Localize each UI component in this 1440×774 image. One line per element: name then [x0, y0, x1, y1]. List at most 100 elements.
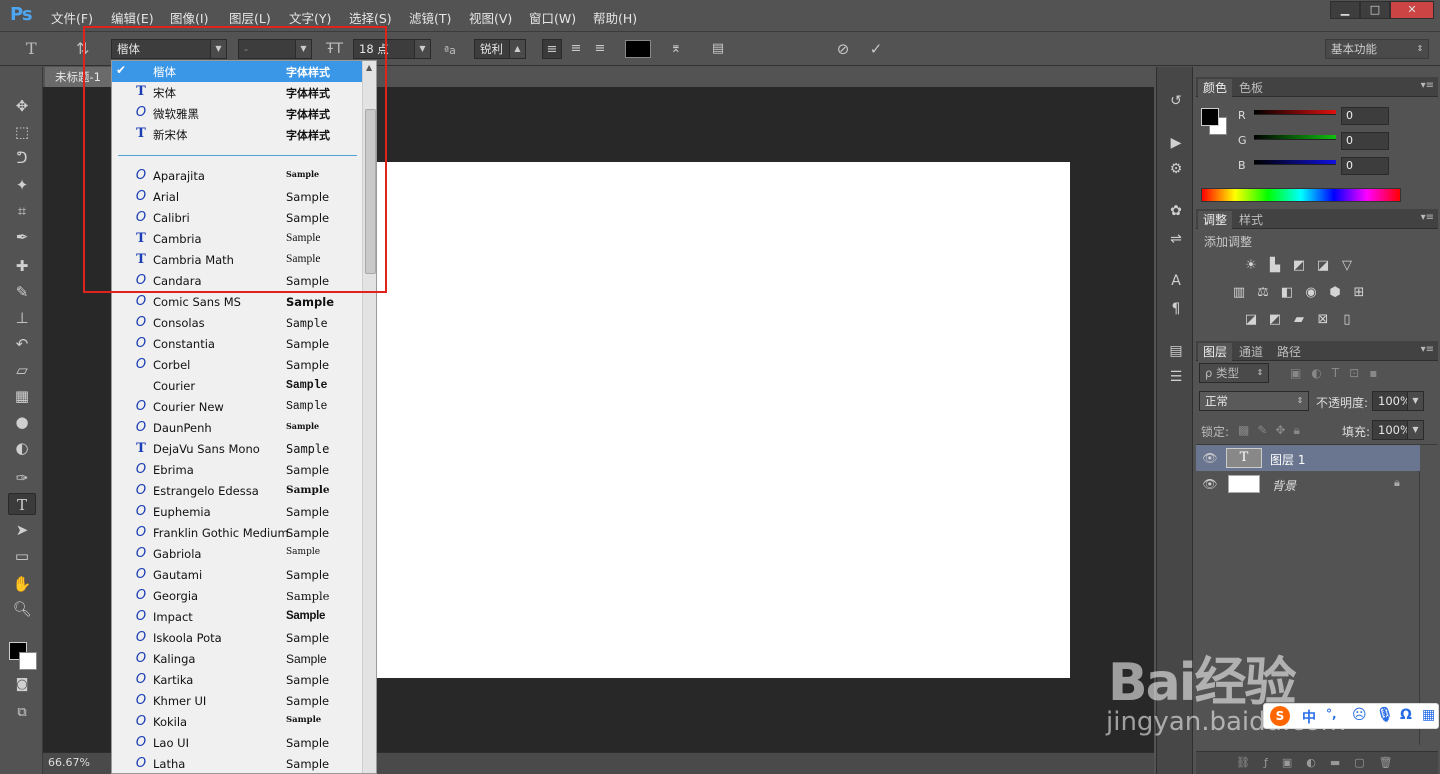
font-option[interactable]: T Cambria Math Sample [112, 250, 362, 271]
font-option[interactable]: O Khmer UI Sample [112, 691, 362, 712]
font-option[interactable]: T 宋体 字体样式 [112, 82, 362, 103]
layer-name[interactable]: 背景 [1272, 477, 1296, 494]
shape-tool-icon[interactable]: ▭ [8, 545, 36, 567]
hue-saturation-icon[interactable]: ▥ [1230, 284, 1248, 302]
font-option[interactable]: O Constantia Sample [112, 334, 362, 355]
blue-value[interactable]: 0 [1341, 157, 1389, 175]
info-icon[interactable]: ☰ [1166, 367, 1186, 387]
dropdown-scrollbar[interactable]: ▲ [362, 61, 376, 773]
brush-presets-icon[interactable]: ✿ [1166, 201, 1186, 221]
blend-mode-select[interactable]: 正常 ⇕ [1199, 391, 1309, 411]
green-value[interactable]: 0 [1341, 132, 1389, 150]
font-option[interactable]: O Calibri Sample [112, 208, 362, 229]
ime-punct-icon[interactable]: °, [1326, 707, 1337, 721]
black-white-icon[interactable]: ◧ [1278, 284, 1296, 302]
font-option[interactable]: O Candara Sample [112, 271, 362, 292]
actions-play-icon[interactable]: ▶ [1166, 133, 1186, 153]
menu-image[interactable]: 图像(I) [170, 8, 208, 27]
align-right-icon[interactable]: ≡ [590, 39, 610, 59]
notes-icon[interactable]: ▤ [1166, 341, 1186, 361]
brightness-icon[interactable]: ☀ [1242, 257, 1260, 275]
font-option[interactable]: O Estrangelo Edessa Sample [112, 481, 362, 502]
text-orientation-icon[interactable]: ⇅ [76, 40, 89, 58]
paragraph-icon[interactable]: ¶ [1166, 299, 1186, 319]
history-brush-icon[interactable]: ↶ [8, 333, 36, 355]
font-option[interactable]: O Aparajita Sample [112, 166, 362, 187]
opacity-field[interactable]: 100% ▼ [1372, 391, 1424, 411]
fill-field[interactable]: 100% ▼ [1372, 420, 1424, 440]
tab-paths[interactable]: 路径 [1272, 343, 1306, 361]
tool-presets-icon[interactable]: ⇌ [1166, 229, 1186, 249]
green-slider[interactable] [1254, 135, 1336, 140]
ime-skin-icon[interactable]: Ω [1400, 707, 1412, 723]
screen-mode-icon[interactable]: ⧉ [8, 702, 36, 724]
font-option-selected[interactable]: ✔ 楷体 字体样式 [112, 61, 362, 82]
clone-stamp-icon[interactable]: ⊥ [8, 307, 36, 329]
invert-icon[interactable]: ◪ [1242, 311, 1260, 329]
font-option[interactable]: O Corbel Sample [112, 355, 362, 376]
menu-filter[interactable]: 滤镜(T) [409, 8, 451, 27]
menu-file[interactable]: 文件(F) [51, 8, 93, 27]
dodge-tool-icon[interactable]: ◐ [8, 437, 36, 459]
font-option[interactable]: O Kalinga Sample [112, 649, 362, 670]
font-option[interactable]: O Impact Sample [112, 607, 362, 628]
curves-icon[interactable]: ◩ [1290, 257, 1308, 275]
ime-language[interactable]: 中 [1302, 707, 1316, 727]
font-style-select[interactable]: - ▼ [238, 39, 312, 59]
font-option[interactable]: O Euphemia Sample [112, 502, 362, 523]
eraser-icon[interactable]: ▱ [8, 359, 36, 381]
font-option[interactable]: O Comic Sans MS Sample [112, 292, 362, 313]
layer-kind-filter[interactable]: ρ 类型 ⇕ [1199, 363, 1269, 383]
font-option[interactable]: O Franklin Gothic Medium Sample [112, 523, 362, 544]
threshold-icon[interactable]: ▰ [1290, 311, 1308, 329]
tab-adjustments[interactable]: 调整 [1198, 211, 1233, 229]
blue-slider[interactable] [1254, 160, 1336, 165]
healing-brush-icon[interactable]: ✚ [8, 255, 36, 277]
brush-tool-icon[interactable]: ✎ [8, 281, 36, 303]
document-canvas[interactable] [377, 162, 1070, 678]
hand-tool-icon[interactable]: ✋ [8, 573, 36, 595]
color-balance-icon[interactable]: ⚖ [1254, 284, 1272, 302]
font-option[interactable]: O 微软雅黑 字体样式 [112, 103, 362, 124]
vibrance-icon[interactable]: ▽ [1338, 257, 1356, 275]
background-color-swatch[interactable] [19, 652, 37, 670]
layer-row-selected[interactable]: 👁︎ T 图层 1 [1196, 445, 1420, 471]
menu-edit[interactable]: 编辑(E) [111, 8, 154, 27]
eyedropper-icon[interactable]: ✒ [8, 226, 36, 248]
posterize-icon[interactable]: ◩ [1266, 311, 1284, 329]
antialias-select[interactable]: 锐利 ▲ [474, 39, 526, 59]
menu-help[interactable]: 帮助(H) [593, 8, 637, 27]
font-family-select[interactable]: 楷体 ▼ [111, 39, 227, 59]
font-option[interactable]: O DaunPenh Sample [112, 418, 362, 439]
font-option[interactable]: O Gautami Sample [112, 565, 362, 586]
character-icon[interactable]: A [1166, 271, 1186, 291]
pen-tool-icon[interactable]: ✑ [8, 467, 36, 489]
ime-menu-icon[interactable]: ▦ [1422, 707, 1435, 723]
marquee-tool-icon[interactable]: ⬚ [8, 121, 36, 143]
align-center-icon[interactable]: ≡ [566, 39, 586, 59]
layer-name[interactable]: 图层 1 [1270, 451, 1305, 468]
font-option[interactable]: T Cambria Sample [112, 229, 362, 250]
scroll-up-icon[interactable]: ▲ [366, 63, 372, 72]
red-value[interactable]: 0 [1341, 107, 1389, 125]
font-option[interactable]: O Ebrima Sample [112, 460, 362, 481]
font-option[interactable]: O Iskoola Pota Sample [112, 628, 362, 649]
history-icon[interactable]: ↺ [1166, 91, 1186, 111]
quick-mask-icon[interactable]: ◙ [8, 674, 36, 696]
font-option[interactable]: O Kokila Sample [112, 712, 362, 733]
font-option[interactable]: T 新宋体 字体样式 [112, 124, 362, 145]
font-option[interactable]: O Consolas Sample [112, 313, 362, 334]
zoom-tool-icon[interactable]: 🔍︎ [8, 598, 36, 620]
gradient-map-icon[interactable]: ▯ [1338, 311, 1356, 329]
menu-type[interactable]: 文字(Y) [289, 8, 331, 27]
path-select-icon[interactable]: ➤ [8, 519, 36, 541]
text-color-swatch[interactable] [625, 40, 651, 58]
tab-styles[interactable]: 样式 [1234, 211, 1268, 229]
workspace-select[interactable]: 基本功能 ⇕ [1325, 39, 1429, 59]
align-left-icon[interactable]: ≡ [542, 39, 562, 59]
font-size-select[interactable]: 18 点 ▼ [353, 39, 431, 59]
red-slider[interactable] [1254, 110, 1336, 115]
tab-layers[interactable]: 图层 [1198, 343, 1233, 361]
panel-menu-icon[interactable]: ▾≡ [1421, 80, 1434, 91]
menu-select[interactable]: 选择(S) [349, 8, 392, 27]
